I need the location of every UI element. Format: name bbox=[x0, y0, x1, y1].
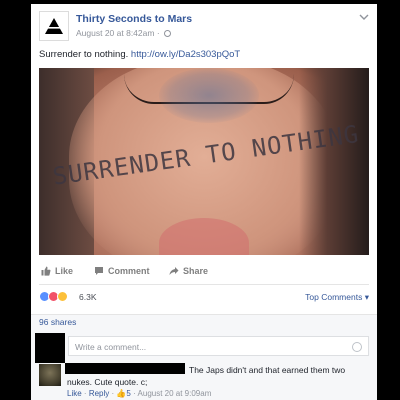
small-thumbs-up-icon: 👍 bbox=[116, 389, 127, 398]
meta-separator: · bbox=[156, 28, 160, 38]
globe-icon bbox=[164, 30, 172, 37]
like-button[interactable]: Like bbox=[41, 266, 73, 276]
comment-like-link[interactable]: Like bbox=[67, 389, 82, 398]
reaction-count[interactable]: 6.3K bbox=[79, 292, 97, 302]
comment-timestamp[interactable]: August 20 at 9:09am bbox=[138, 389, 212, 398]
commenter-avatar[interactable] bbox=[39, 364, 61, 386]
reactions-row: 6.3K Top Comments ▾ bbox=[39, 291, 369, 305]
share-arrow-icon bbox=[169, 267, 179, 275]
my-avatar bbox=[35, 333, 65, 363]
post-timestamp[interactable]: August 20 at 8:42am bbox=[76, 28, 154, 38]
post-card: Thirty Seconds to Mars August 20 at 8:42… bbox=[31, 4, 377, 400]
camera-icon[interactable] bbox=[352, 342, 362, 352]
chevron-down-icon[interactable] bbox=[359, 13, 369, 21]
comment-label: Comment bbox=[108, 266, 150, 276]
meta-dot: · bbox=[83, 389, 87, 398]
top-comments-dropdown[interactable]: Top Comments ▾ bbox=[305, 292, 369, 303]
comment-reply-link[interactable]: Reply bbox=[89, 389, 109, 398]
page-name-link[interactable]: Thirty Seconds to Mars bbox=[76, 13, 192, 25]
comment-likes-count[interactable]: 👍5 bbox=[116, 389, 130, 398]
triangle-logo-icon bbox=[45, 18, 63, 34]
comment-input[interactable]: Write a comment... bbox=[68, 336, 369, 356]
comment-meta: Like · Reply · 👍5 · August 20 at 9:09am bbox=[67, 389, 211, 398]
post-caption: Surrender to nothing. bbox=[39, 49, 129, 60]
photo-shadow bbox=[299, 68, 369, 255]
share-button[interactable]: Share bbox=[169, 266, 208, 276]
post-link[interactable]: http://ow.ly/Da2s303pQoT bbox=[131, 49, 240, 60]
share-label: Share bbox=[183, 266, 209, 276]
thumbs-up-icon bbox=[41, 266, 51, 276]
comment-placeholder: Write a comment... bbox=[75, 342, 147, 352]
comment-likes-value: 5 bbox=[126, 389, 131, 398]
caret-down-icon: ▾ bbox=[364, 292, 369, 302]
actions-divider bbox=[39, 284, 369, 285]
post-actions: Like Comment Share bbox=[39, 264, 369, 282]
comment-button[interactable]: Comment bbox=[94, 266, 150, 276]
meta-dot: · bbox=[111, 389, 115, 398]
top-comments-label: Top Comments bbox=[305, 292, 363, 302]
page-avatar[interactable] bbox=[39, 11, 69, 41]
meta-dot: · bbox=[133, 389, 136, 398]
post-text: Surrender to nothing. http://ow.ly/Da2s3… bbox=[39, 49, 240, 60]
post-header: Thirty Seconds to Mars August 20 at 8:42… bbox=[39, 11, 369, 41]
post-photo[interactable]: SURRENDER TO NOTHING bbox=[39, 68, 369, 255]
photo-tattoo-top bbox=[159, 68, 259, 123]
speech-bubble-icon bbox=[95, 267, 103, 275]
redaction-bar bbox=[65, 363, 185, 374]
shares-count[interactable]: 96 shares bbox=[39, 317, 76, 327]
post-meta: August 20 at 8:42am · bbox=[76, 28, 172, 38]
wow-reaction-icon[interactable] bbox=[57, 291, 68, 302]
like-label: Like bbox=[55, 266, 74, 276]
